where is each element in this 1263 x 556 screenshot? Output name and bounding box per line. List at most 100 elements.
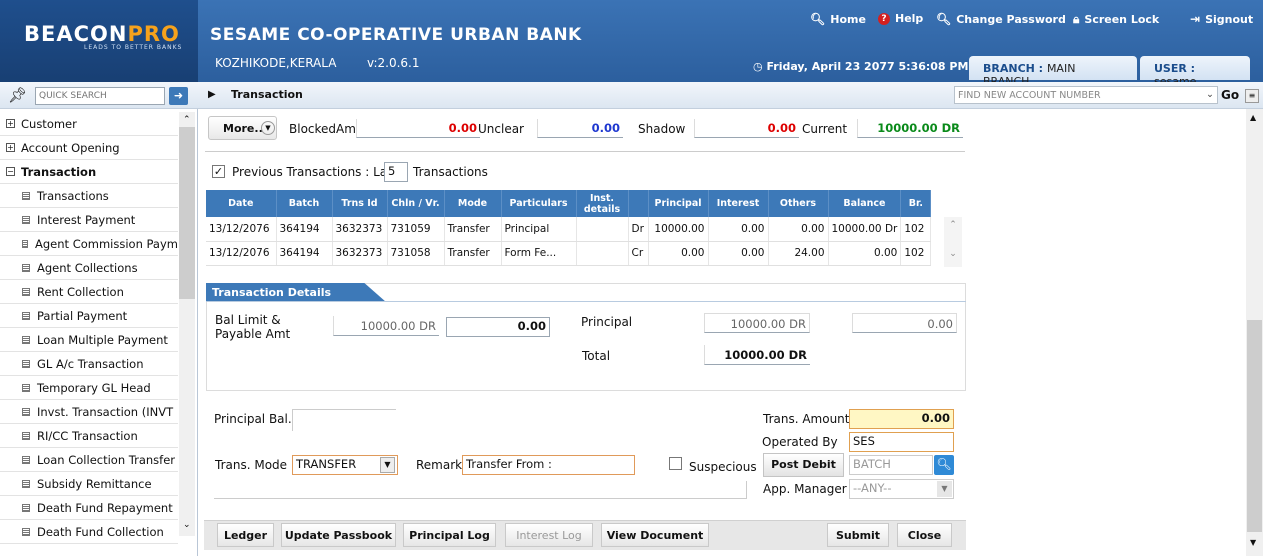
scroll-up-icon[interactable]: ⌃ (183, 115, 191, 125)
sidebar-item-label: Partial Payment (37, 308, 128, 323)
sidebar-item-label: Loan Multiple Payment (37, 332, 168, 347)
scroll-down-icon[interactable]: ⌄ (183, 520, 191, 530)
column-header: Balance (828, 190, 902, 217)
remark-extra-field[interactable] (214, 481, 747, 499)
sidebar-item-label: Loan Collection Transfer (37, 452, 176, 467)
branch-tab[interactable]: BRANCH : MAIN BRANCH (969, 56, 1137, 88)
table-cell: Transfer (444, 241, 502, 266)
table-scrollbar[interactable]: ⌃ ⌄ (944, 217, 962, 267)
table-cell: 731059 (387, 217, 445, 242)
sidebar-item-death-fund-collection[interactable]: Death Fund Collection (0, 520, 178, 544)
sidebar-item-partial-payment[interactable]: Partial Payment (0, 304, 178, 328)
trans-mode-select[interactable]: TRANSFER ▼ (292, 455, 398, 475)
more-button[interactable]: More.. ▼ (208, 116, 277, 140)
account-number-select[interactable]: FIND NEW ACCOUNT NUMBER ⌄ (954, 86, 1218, 104)
sidebar-item-invst-transaction-invt[interactable]: Invst. Transaction (INVT (0, 400, 178, 424)
menu-item-icon (22, 479, 30, 488)
help-link[interactable]: ? Help (878, 12, 923, 25)
suspecious-checkbox[interactable] (669, 457, 682, 470)
table-cell: 10000.00 (648, 217, 709, 242)
change-password-label: Change Password (956, 12, 1066, 26)
table-cell: Form Fe... (501, 241, 577, 266)
batch-search-icon[interactable]: 🔍︎ (934, 455, 954, 475)
sidebar-item-subsidy-remittance[interactable]: Subsidy Remittance (0, 472, 178, 496)
payable-amount-input[interactable]: 0.00 (446, 317, 550, 337)
column-header: Mode (444, 190, 502, 217)
sidebar-item-transactions[interactable]: Transactions (0, 184, 178, 208)
submit-button[interactable]: Submit (827, 523, 889, 547)
scroll-down-icon[interactable]: ⌄ (944, 249, 962, 259)
pin-icon[interactable]: 📌︎ (8, 86, 27, 104)
table-cell: 731058 (387, 241, 445, 266)
table-row[interactable]: 13/12/2076 364194 3632373 731059 Transfer Pri… (206, 217, 932, 242)
scroll-down-icon[interactable]: ▼ (1250, 538, 1256, 547)
screen-lock-link[interactable]: 🔒︎ Screen Lock (1073, 12, 1159, 27)
collapse-icon[interactable]: − (6, 167, 15, 176)
signout-link[interactable]: ⇥ Signout (1190, 12, 1253, 26)
sidebar-item-gl-a-c-transaction[interactable]: GL A/c Transaction (0, 352, 178, 376)
previous-transactions-checkbox[interactable]: ✓ (212, 165, 225, 178)
close-button[interactable]: Close (897, 523, 952, 547)
sidebar-item-temporary-gl-head[interactable]: Temporary GL Head (0, 376, 178, 400)
column-header: Chln / Vr. (387, 190, 445, 217)
trans-amount-input[interactable]: 0.00 (849, 409, 954, 429)
ledger-button[interactable]: Ledger (217, 523, 274, 547)
menu-item-icon (22, 431, 30, 440)
expand-icon[interactable]: + (6, 119, 15, 128)
sidebar-item-label: Transactions (37, 188, 109, 203)
remark-input[interactable]: Transfer From : (462, 455, 635, 475)
user-tab[interactable]: USER : sesame (1140, 56, 1250, 88)
shadow-value: 0.00 (694, 119, 799, 138)
search-go-button[interactable]: ➜ (169, 87, 188, 105)
table-cell: 3632373 (332, 217, 388, 242)
table-body: 13/12/2076 364194 3632373 731059 Transfer Pri… (206, 217, 932, 266)
sidebar-item-label: Subsidy Remittance (37, 476, 152, 491)
post-debit-button[interactable]: Post Debit (763, 453, 844, 477)
quick-search-input[interactable] (35, 87, 165, 105)
sidebar-item-transaction[interactable]: − Transaction (0, 160, 178, 184)
change-password-link[interactable]: 🔍︎ Change Password (936, 12, 1066, 26)
go-button[interactable]: Go (1221, 88, 1239, 102)
operated-by-input[interactable]: SES (849, 432, 954, 452)
suspecious-label: Suspecious (689, 460, 757, 474)
total-label: Total (582, 349, 611, 363)
update-passbook-button[interactable]: Update Passbook (281, 523, 396, 547)
sidebar-item-agent-collections[interactable]: Agent Collections (0, 256, 178, 280)
table-cell: 0.00 (708, 217, 769, 242)
chevron-down-icon: ▼ (380, 457, 395, 473)
branch-label: BRANCH : (983, 62, 1044, 75)
app-manager-select[interactable]: --ANY-- ▼ (849, 479, 954, 499)
transaction-count-input[interactable]: 5 (384, 162, 408, 182)
column-header: Batch (276, 190, 333, 217)
sidebar-item-rent-collection[interactable]: Rent Collection (0, 280, 178, 304)
sidebar-item-death-fund-repayment[interactable]: Death Fund Repayment (0, 496, 178, 520)
sidebar-item-label: Rent Collection (37, 284, 124, 299)
interest-log-button[interactable]: Interest Log (505, 523, 593, 547)
home-link[interactable]: 🔍︎ Home (810, 12, 866, 26)
principal-bal-input[interactable] (292, 409, 396, 431)
main-scroll-thumb[interactable] (1247, 320, 1262, 532)
sidebar-item-interest-payment[interactable]: Interest Payment (0, 208, 178, 232)
sidebar-item-ri-cc-transaction[interactable]: RI/CC Transaction (0, 424, 178, 448)
view-document-button[interactable]: View Document (601, 523, 709, 547)
table-cell: 24.00 (768, 241, 829, 266)
principal-log-button[interactable]: Principal Log (403, 523, 496, 547)
table-row[interactable]: 13/12/2076 364194 3632373 731058 Transfer For… (206, 241, 932, 266)
sidebar-item-loan-collection-transfer[interactable]: Loan Collection Transfer (0, 448, 178, 472)
sidebar-item-loan-multiple-payment[interactable]: Loan Multiple Payment (0, 328, 178, 352)
expand-icon[interactable]: + (6, 143, 15, 152)
principal-label: Principal (581, 315, 633, 329)
column-header: Date (206, 190, 277, 217)
scroll-up-icon[interactable]: ⌃ (944, 220, 962, 230)
bal-limit-label: Bal Limit & Payable Amt (215, 313, 291, 341)
menu-icon[interactable]: ≡ (1245, 89, 1259, 103)
sidebar-item-agent-commission-paym[interactable]: Agent Commission Paym (0, 232, 178, 256)
column-header: Others (768, 190, 829, 217)
menu-item-icon (22, 311, 30, 320)
sidebar-scroll-thumb[interactable] (179, 127, 195, 299)
batch-input[interactable]: BATCH (849, 455, 933, 475)
sidebar-item-account-opening[interactable]: + Account Opening (0, 136, 178, 160)
scroll-up-icon[interactable]: ▲ (1250, 113, 1256, 122)
table-cell: 364194 (276, 217, 333, 242)
sidebar-item-customer[interactable]: + Customer (0, 112, 178, 136)
